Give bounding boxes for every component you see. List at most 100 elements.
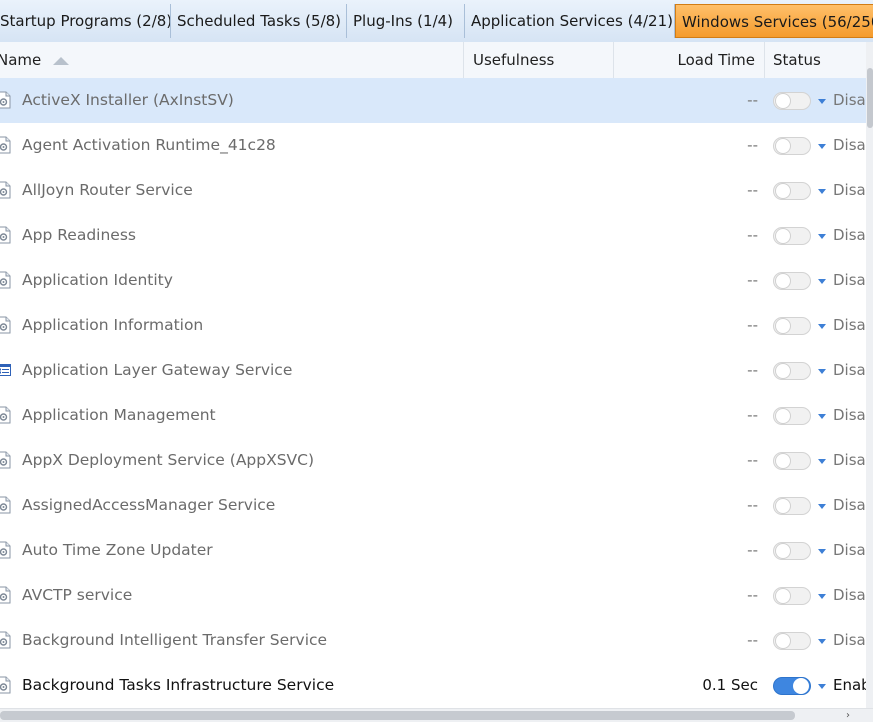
status-dropdown-icon[interactable] <box>818 234 826 239</box>
scroll-right-icon[interactable]: › <box>846 711 850 721</box>
table-row[interactable]: Background Intelligent Transfer Service … <box>0 618 873 663</box>
service-name: AppX Deployment Service (AppXSVC) <box>22 451 315 469</box>
table-row[interactable]: Agent Activation Runtime_41c28 -- Disabl… <box>0 123 873 168</box>
service-page-icon <box>0 136 11 154</box>
status-toggle[interactable] <box>773 362 811 380</box>
load-time-value: -- <box>747 316 758 334</box>
tab-application-services[interactable]: Application Services (4/21) <box>465 4 675 38</box>
service-name: AllJoyn Router Service <box>22 181 193 199</box>
load-time-value: -- <box>747 406 758 424</box>
status-dropdown-icon[interactable] <box>818 414 826 419</box>
column-usefulness-header[interactable]: Usefulness <box>464 42 614 78</box>
status-dropdown-icon[interactable] <box>818 99 826 104</box>
load-time-value: -- <box>747 136 758 154</box>
column-load-time-header[interactable]: Load Time <box>614 42 765 78</box>
status-toggle[interactable] <box>773 182 811 200</box>
table-row[interactable]: Application Management -- Disabled <box>0 393 873 438</box>
toggle-knob <box>775 408 791 424</box>
column-load-time-label: Load Time <box>677 51 755 69</box>
status-toggle[interactable] <box>773 317 811 335</box>
status-dropdown-icon[interactable] <box>818 369 826 374</box>
toggle-knob <box>775 453 791 469</box>
status-toggle[interactable] <box>773 272 811 290</box>
service-page-icon <box>0 271 11 289</box>
horizontal-scrollbar[interactable]: › <box>0 708 873 722</box>
status-toggle[interactable] <box>773 587 811 605</box>
service-name: AssignedAccessManager Service <box>22 496 276 514</box>
service-page-icon <box>0 631 11 649</box>
tab-strip: Startup Programs (2/8) Scheduled Tasks (… <box>0 0 873 43</box>
toggle-knob <box>775 318 791 334</box>
status-dropdown-icon[interactable] <box>818 144 826 149</box>
sort-ascending-icon <box>53 57 69 65</box>
load-time-value: -- <box>747 361 758 379</box>
status-toggle[interactable] <box>773 632 811 650</box>
vertical-scroll-thumb[interactable] <box>867 68 873 128</box>
table-row[interactable]: AVCTP service -- Disabled <box>0 573 873 618</box>
table-row[interactable]: ActiveX Installer (AxInstSV) -- Disabled <box>0 78 873 123</box>
tab-plug-ins[interactable]: Plug-Ins (1/4) <box>347 4 465 38</box>
horizontal-scroll-thumb[interactable] <box>0 711 795 720</box>
service-name: Background Tasks Infrastructure Service <box>22 676 335 694</box>
toggle-knob <box>775 138 791 154</box>
toggle-knob <box>775 183 791 199</box>
status-dropdown-icon[interactable] <box>818 504 826 509</box>
column-status-label: Status <box>773 51 821 69</box>
status-toggle[interactable] <box>773 407 811 425</box>
toggle-knob <box>775 273 791 289</box>
table-row[interactable]: App Readiness -- Disabled <box>0 213 873 258</box>
status-dropdown-icon[interactable] <box>818 459 826 464</box>
toggle-knob <box>793 678 809 694</box>
service-page-icon <box>0 226 11 244</box>
status-dropdown-icon[interactable] <box>818 594 826 599</box>
table-row[interactable]: AllJoyn Router Service -- Disabled <box>0 168 873 213</box>
status-dropdown-icon[interactable] <box>818 549 826 554</box>
tab-windows-services[interactable]: Windows Services (56/250) <box>675 4 873 38</box>
service-name: Application Layer Gateway Service <box>22 361 293 379</box>
table-row[interactable]: Application Layer Gateway Service -- Dis… <box>0 348 873 393</box>
vertical-scrollbar[interactable] <box>866 42 873 708</box>
tab-startup-programs[interactable]: Startup Programs (2/8) <box>0 4 171 38</box>
toggle-knob <box>775 228 791 244</box>
load-time-value: -- <box>747 226 758 244</box>
column-usefulness-label: Usefulness <box>473 51 555 69</box>
table-row[interactable]: AppX Deployment Service (AppXSVC) -- Dis… <box>0 438 873 483</box>
service-name: ActiveX Installer (AxInstSV) <box>22 91 234 109</box>
column-name-header[interactable]: Name <box>0 42 464 78</box>
service-name: Background Intelligent Transfer Service <box>22 631 328 649</box>
tab-label: Plug-Ins (1/4) <box>353 12 454 30</box>
column-header: Name Usefulness Load Time Status <box>0 42 873 79</box>
tab-scheduled-tasks[interactable]: Scheduled Tasks (5/8) <box>171 4 347 38</box>
tab-label: Application Services (4/21) <box>471 12 673 30</box>
load-time-value: -- <box>747 631 758 649</box>
column-status-header[interactable]: Status <box>765 42 866 78</box>
service-page-icon <box>0 91 11 109</box>
table-row[interactable]: Application Information -- Disabled <box>0 303 873 348</box>
table-row[interactable]: AssignedAccessManager Service -- Disable… <box>0 483 873 528</box>
service-name: Agent Activation Runtime_41c28 <box>22 136 276 154</box>
status-dropdown-icon[interactable] <box>818 684 826 689</box>
service-name: AVCTP service <box>22 586 133 604</box>
toggle-knob <box>775 363 791 379</box>
status-dropdown-icon[interactable] <box>818 279 826 284</box>
status-toggle[interactable] <box>773 227 811 245</box>
table-row[interactable]: Background Tasks Infrastructure Service … <box>0 663 873 708</box>
status-toggle[interactable] <box>773 542 811 560</box>
status-toggle[interactable] <box>773 452 811 470</box>
service-page-icon <box>0 451 11 469</box>
status-dropdown-icon[interactable] <box>818 324 826 329</box>
status-toggle[interactable] <box>773 677 811 695</box>
status-toggle[interactable] <box>773 137 811 155</box>
table-row[interactable]: Application Identity -- Disabled <box>0 258 873 303</box>
load-time-value: 0.1 Sec <box>702 676 758 694</box>
status-toggle[interactable] <box>773 497 811 515</box>
status-dropdown-icon[interactable] <box>818 189 826 194</box>
status-dropdown-icon[interactable] <box>818 639 826 644</box>
toggle-knob <box>775 543 791 559</box>
status-toggle[interactable] <box>773 92 811 110</box>
toggle-knob <box>775 633 791 649</box>
service-name: App Readiness <box>22 226 136 244</box>
toggle-knob <box>775 498 791 514</box>
table-row[interactable]: Auto Time Zone Updater -- Disabled <box>0 528 873 573</box>
service-name: Application Identity <box>22 271 173 289</box>
